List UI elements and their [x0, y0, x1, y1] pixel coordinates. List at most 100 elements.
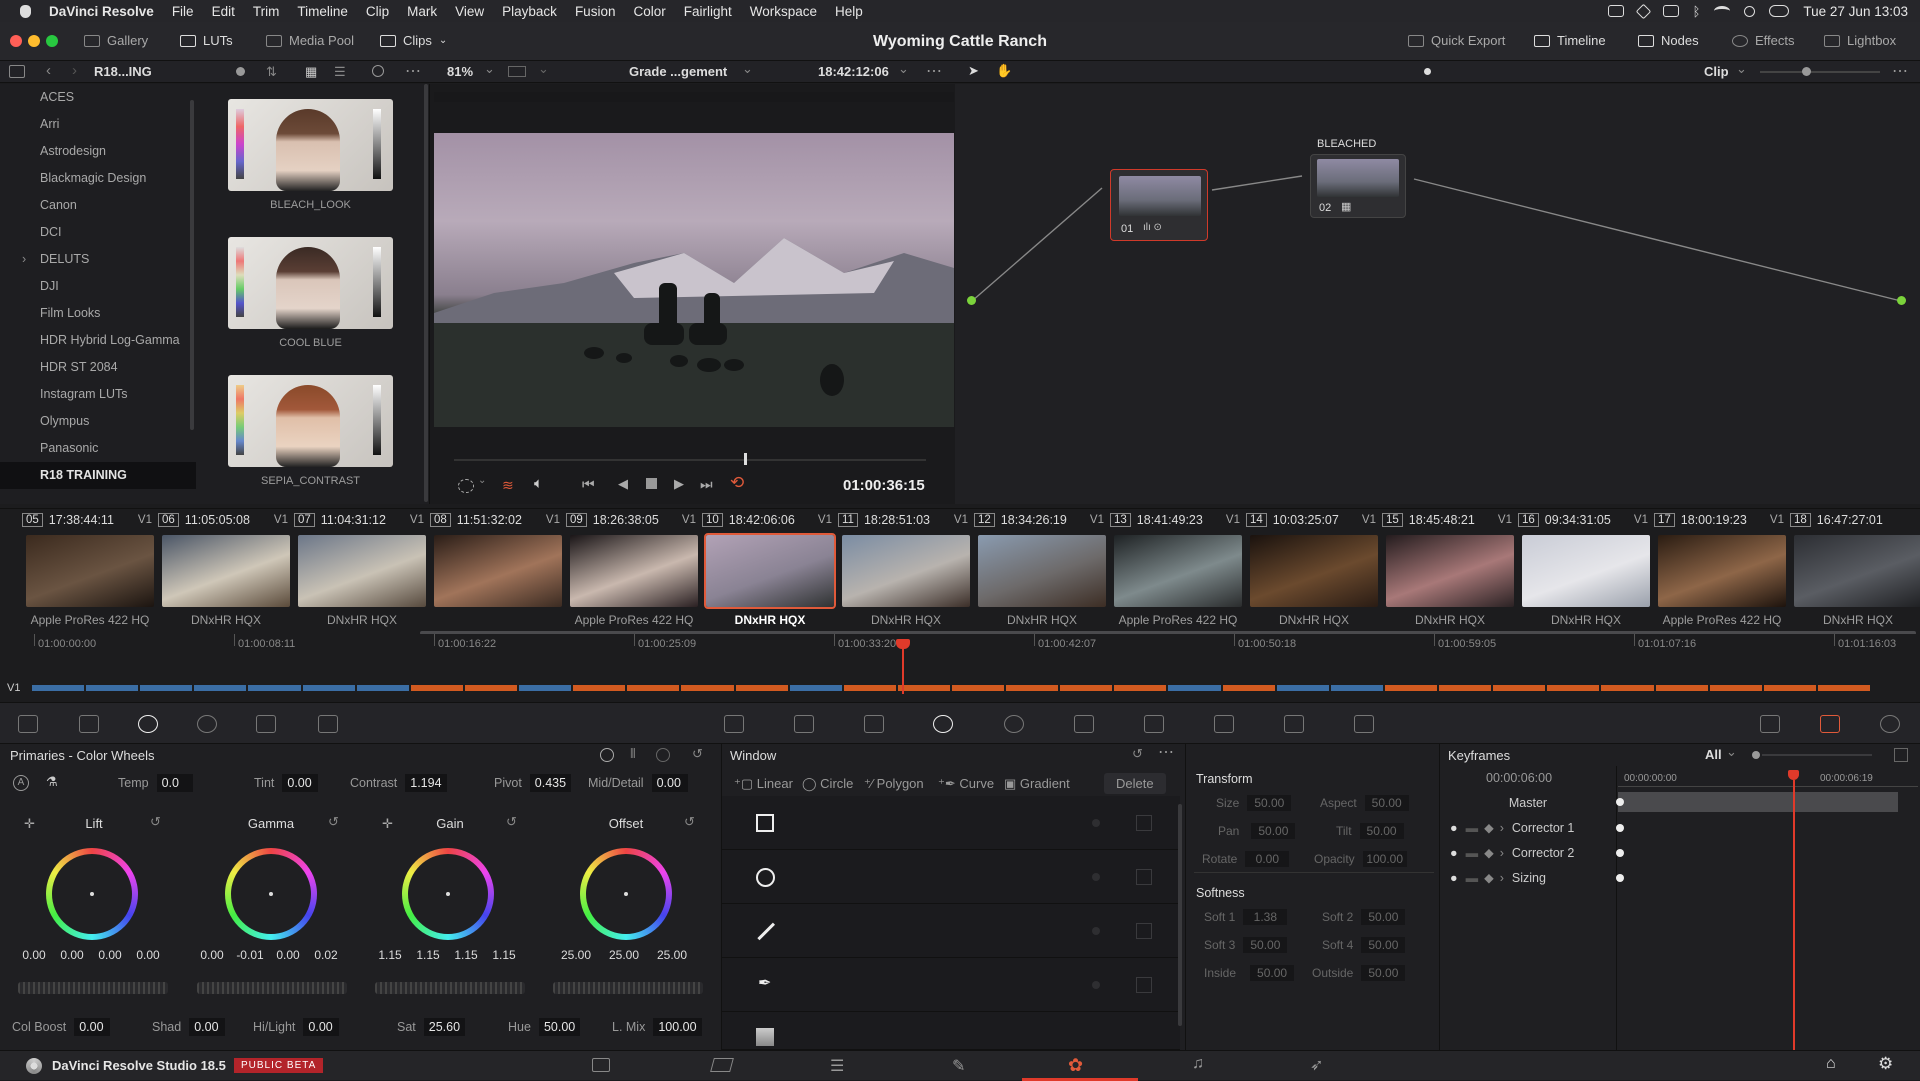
offset-g-value[interactable]: 25.00: [604, 948, 644, 962]
lut-folder-item[interactable]: HDR Hybrid Log-Gamma: [0, 327, 196, 354]
luts-button[interactable]: LUTs: [180, 33, 233, 48]
curves-icon[interactable]: [724, 715, 744, 733]
lut-folder-item[interactable]: Arri: [0, 111, 196, 138]
temp-value[interactable]: 0.0: [156, 774, 193, 792]
node-02[interactable]: 02 ▦: [1310, 154, 1406, 218]
soft2-value[interactable]: 50.00: [1361, 909, 1406, 925]
last-frame-icon[interactable]: ⏭︎: [700, 476, 713, 493]
track-segment[interactable]: [843, 685, 896, 691]
soft2-field[interactable]: Soft 2 50.00: [1322, 909, 1406, 925]
media-pool-button[interactable]: Media Pool: [266, 33, 354, 48]
lift-y-value[interactable]: 0.00: [17, 948, 51, 962]
gain-reset-icon[interactable]: ↺: [506, 814, 517, 830]
chevron-down-icon[interactable]: ⌄: [1736, 61, 1747, 77]
size-value[interactable]: 50.00: [1247, 795, 1292, 811]
size-field[interactable]: Size 50.00: [1216, 795, 1292, 811]
track-segment[interactable]: [1330, 685, 1383, 691]
track-segment[interactable]: [1060, 685, 1113, 691]
window-row-polygon[interactable]: [722, 904, 1180, 958]
window-invert-dot[interactable]: [1092, 927, 1100, 935]
menu-item-color[interactable]: Color: [633, 4, 665, 19]
keyframe-row-corrector2[interactable]: ● ▬ ◆ › Corrector 2: [1440, 840, 1920, 865]
offset-r-value[interactable]: 25.00: [556, 948, 596, 962]
menu-app-name[interactable]: DaVinci Resolve: [49, 4, 154, 19]
soft1-value[interactable]: 1.38: [1243, 909, 1288, 925]
first-frame-icon[interactable]: ⏮︎: [582, 476, 595, 493]
keyframe-row-corrector1[interactable]: ● ▬ ◆ › Corrector 1: [1440, 815, 1920, 840]
window-icon[interactable]: [933, 715, 953, 733]
menu-item-trim[interactable]: Trim: [253, 4, 280, 19]
track-segment[interactable]: [410, 685, 463, 691]
track-segments[interactable]: [32, 685, 1872, 691]
track-segment[interactable]: [1763, 685, 1816, 691]
clip-thumbnail-15[interactable]: 15 18:45:48:21 V1 DNxHR HQX: [1382, 509, 1518, 627]
control-center-icon[interactable]: [1769, 5, 1790, 17]
apple-icon[interactable]: [20, 4, 31, 18]
lut-folder-item[interactable]: DCI: [0, 219, 196, 246]
keyframe-dot[interactable]: [1616, 798, 1624, 806]
offset-wheel[interactable]: [580, 848, 672, 940]
menu-item-edit[interactable]: Edit: [212, 4, 235, 19]
highlight-mode-icon[interactable]: [458, 479, 474, 493]
lift-g-value[interactable]: 0.00: [93, 948, 127, 962]
gamma-master-wheel[interactable]: [197, 982, 347, 994]
lift-r-value[interactable]: 0.00: [55, 948, 89, 962]
chevron-down-icon[interactable]: ⌄: [898, 61, 909, 77]
clip-thumbnail-09[interactable]: 09 18:26:38:05 V1 Apple ProRes 422 HQ: [566, 509, 702, 627]
layers-icon[interactable]: ≋: [502, 477, 514, 494]
window-enable-checkbox[interactable]: [1136, 977, 1152, 993]
gradient-window-tool[interactable]: ▣ Gradient: [1004, 776, 1070, 792]
contrast-value[interactable]: 1.194: [405, 774, 447, 792]
lut-folder-item[interactable]: Film Looks: [0, 300, 196, 327]
track-segment[interactable]: [1709, 685, 1762, 691]
gain-master-wheel[interactable]: [375, 982, 525, 994]
tint-value[interactable]: 0.00: [282, 774, 319, 792]
color-page-icon[interactable]: ✿: [1068, 1055, 1083, 1076]
sizing-icon[interactable]: [1284, 715, 1304, 733]
lut-folder-item[interactable]: Olympus: [0, 408, 196, 435]
offset-master-wheel[interactable]: [553, 982, 703, 994]
mini-timeline[interactable]: 01:00:00:00 01:00:08:11 01:00:16:22 01:00:2…: [0, 634, 1920, 694]
gamma-g-value[interactable]: 0.00: [271, 948, 305, 962]
track-segment[interactable]: [194, 685, 247, 691]
track-segment[interactable]: [356, 685, 409, 691]
gain-wheel[interactable]: [402, 848, 494, 940]
settings-icon[interactable]: ⚙: [1878, 1054, 1893, 1074]
track-segment[interactable]: [32, 685, 85, 691]
menu-item-file[interactable]: File: [172, 4, 194, 19]
pointer-tool-icon[interactable]: ➤: [968, 63, 979, 79]
shad-value[interactable]: 0.00: [189, 1018, 226, 1036]
zoom-window-button[interactable]: [46, 35, 58, 47]
lut-folder-item[interactable]: ACES: [0, 84, 196, 111]
track-segment[interactable]: [735, 685, 788, 691]
lut-thumb-sepia-contrast[interactable]: [228, 375, 393, 467]
rotate-value[interactable]: 0.00: [1245, 851, 1290, 867]
stop-icon[interactable]: [646, 478, 657, 489]
rgb-mixer-icon[interactable]: [256, 715, 276, 733]
clips-button[interactable]: Clips ⌄: [380, 33, 447, 48]
lut-thumb-bleach-look[interactable]: [228, 99, 393, 191]
back-icon[interactable]: ‹: [46, 62, 51, 79]
tracker-icon[interactable]: [1004, 715, 1024, 733]
reset-icon[interactable]: [600, 748, 614, 762]
keyframe-dot[interactable]: [1616, 849, 1624, 857]
hue-value[interactable]: 50.00: [538, 1018, 581, 1036]
track-segment[interactable]: [248, 685, 301, 691]
lut-folder-item[interactable]: R18 TRAINING: [0, 462, 196, 489]
expand-row-icon[interactable]: ›: [1500, 821, 1504, 835]
mid-detail-value[interactable]: 0.00: [651, 774, 688, 792]
clip-thumbnail-16[interactable]: 16 09:34:31:05 V1 DNxHR HQX: [1518, 509, 1654, 627]
node-zoom-handle[interactable]: [1802, 67, 1811, 76]
keyframe-zoom-handle[interactable]: [1752, 751, 1760, 759]
circle-window-tool[interactable]: ◯ Circle: [802, 776, 853, 792]
sat-value[interactable]: 25.60: [423, 1018, 466, 1036]
sidebar-toggle-icon[interactable]: [9, 65, 25, 78]
play-reverse-icon[interactable]: ◀︎: [618, 476, 628, 492]
timeline-playhead[interactable]: [902, 644, 904, 694]
track-segment[interactable]: [140, 685, 193, 691]
color-wheels-icon[interactable]: [138, 715, 158, 733]
grid-view-icon[interactable]: ▦: [305, 64, 317, 80]
menu-item-clip[interactable]: Clip: [366, 4, 389, 19]
lut-folder-item[interactable]: Instagram LUTs: [0, 381, 196, 408]
blur-icon[interactable]: [1144, 715, 1164, 733]
